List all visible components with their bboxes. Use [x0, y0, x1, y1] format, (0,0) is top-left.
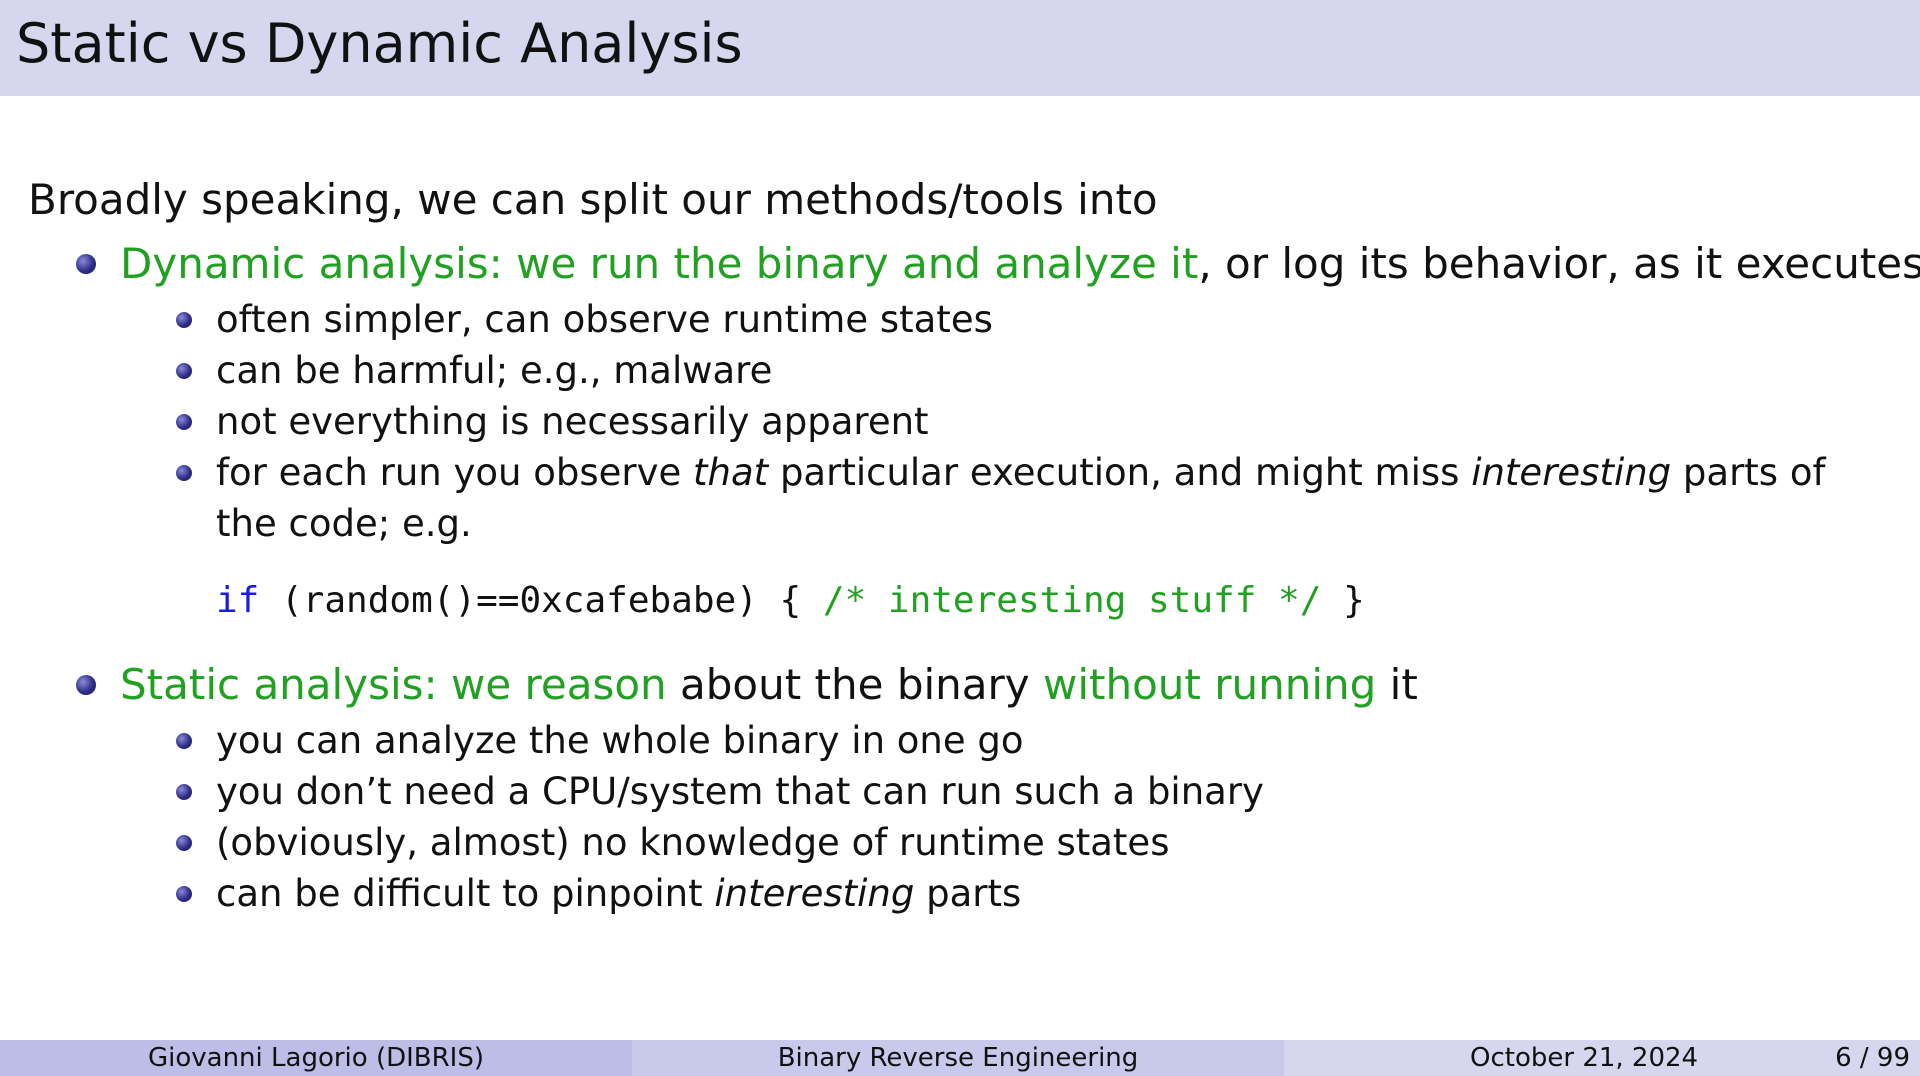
code-expression: (random()==0xcafebabe) {: [259, 580, 823, 621]
code-example: if (random()==0xcafebabe) { /* interesti…: [216, 571, 1898, 631]
bullet-dynamic-analysis: Dynamic analysis: we run the binary and …: [28, 234, 1920, 294]
bullet-icon: [176, 363, 192, 379]
dynamic-point-4-emphasis-interesting: interesting: [1471, 451, 1672, 494]
bullet-icon: [176, 886, 192, 902]
bullet-icon: [176, 733, 192, 749]
static-label-plain-1: about the binary: [666, 660, 1043, 709]
slide: Static vs Dynamic Analysis Broadly speak…: [0, 0, 1920, 1076]
dynamic-point-1: often simpler, can observe runtime state…: [216, 298, 993, 341]
footer-author: Giovanni Lagorio (DIBRIS): [0, 1040, 632, 1076]
dynamic-point-4-part1: for each run you observe: [216, 451, 694, 494]
dynamic-point-4-emphasis-that: that: [693, 451, 769, 494]
static-label-highlight-1: Static analysis: we reason: [120, 660, 667, 709]
static-point-4-part2: parts: [914, 872, 1022, 915]
bullet-icon: [176, 414, 192, 430]
code-comment: /* interesting stuff */: [822, 580, 1322, 621]
static-point-3: (obviously, almost) no knowledge of runt…: [216, 821, 1170, 864]
slide-footer: Giovanni Lagorio (DIBRIS) Binary Reverse…: [0, 1040, 1920, 1076]
dynamic-label-highlight: Dynamic analysis: we run the binary and …: [120, 239, 1199, 288]
slide-header: Static vs Dynamic Analysis: [0, 0, 1920, 96]
list-item: you can analyze the whole binary in one …: [28, 715, 1866, 766]
footer-date: October 21, 2024: [1470, 1043, 1699, 1073]
slide-body: Broadly speaking, we can split our metho…: [28, 170, 1920, 919]
bullet-static-analysis: Static analysis: we reason about the bin…: [28, 655, 1898, 715]
list-item: (obviously, almost) no knowledge of runt…: [28, 817, 1866, 868]
static-point-4-part1: can be difficult to pinpoint: [216, 872, 715, 915]
bullet-icon: [76, 254, 96, 274]
static-point-1: you can analyze the whole binary in one …: [216, 719, 1024, 762]
bullet-icon: [176, 835, 192, 851]
slide-title: Static vs Dynamic Analysis: [16, 12, 743, 75]
static-point-4-emphasis: interesting: [714, 872, 915, 915]
static-label-plain-2: it: [1376, 660, 1418, 709]
footer-page-number: 6 / 99: [1835, 1043, 1910, 1073]
code-keyword: if: [216, 580, 260, 621]
dynamic-point-2: can be harmful; e.g., malware: [216, 349, 773, 392]
bullet-icon: [176, 784, 192, 800]
list-item: can be difficult to pinpoint interesting…: [28, 868, 1866, 919]
list-item: you don’t need a CPU/system that can run…: [28, 766, 1866, 817]
bullet-icon: [176, 312, 192, 328]
dynamic-point-4-part2: particular execution, and might miss: [768, 451, 1472, 494]
bullet-icon: [76, 675, 96, 695]
dynamic-label-rest: , or log its behavior, as it executes: [1198, 239, 1920, 288]
dynamic-subpoints: often simpler, can observe runtime state…: [28, 294, 1898, 549]
bullet-icon: [176, 465, 192, 481]
dynamic-point-3: not everything is necessarily apparent: [216, 400, 929, 443]
list-item: can be harmful; e.g., malware: [28, 345, 1866, 396]
intro-text: Broadly speaking, we can split our metho…: [28, 175, 1158, 224]
list-item: for each run you observe that particular…: [28, 447, 1866, 549]
footer-date-page: October 21, 2024 6 / 99: [1284, 1040, 1920, 1076]
footer-course-title: Binary Reverse Engineering: [632, 1040, 1284, 1076]
static-label-highlight-2: without running: [1042, 660, 1377, 709]
code-closing: }: [1321, 580, 1365, 621]
list-item: often simpler, can observe runtime state…: [28, 294, 1866, 345]
list-item: not everything is necessarily apparent: [28, 396, 1866, 447]
static-subpoints: you can analyze the whole binary in one …: [28, 715, 1898, 919]
static-point-2: you don’t need a CPU/system that can run…: [216, 770, 1264, 813]
